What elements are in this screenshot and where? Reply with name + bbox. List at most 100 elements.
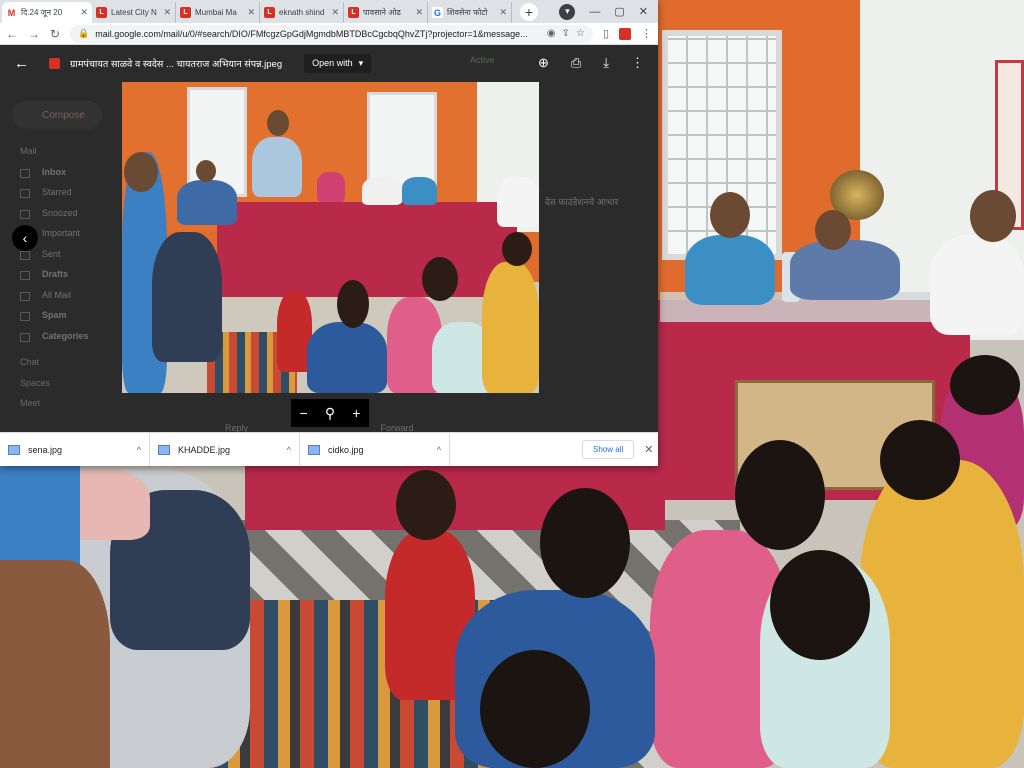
nav-item-spam: Spam (20, 305, 89, 326)
nav-item-categories: Categories (20, 326, 89, 347)
maximize-icon[interactable]: ▢ (614, 5, 624, 18)
download-icon[interactable]: ⤓ (603, 55, 609, 71)
google-search-icon: G (432, 7, 443, 18)
visibility-icon[interactable]: ◉ (547, 28, 556, 39)
chevron-up-icon[interactable]: ^ (437, 445, 441, 455)
address-bar[interactable]: 🔒 mail.google.com/mail/u/0/#search/DIO/F… (70, 24, 593, 43)
zoom-out-icon[interactable]: − (300, 405, 308, 421)
extension-icon[interactable] (619, 27, 631, 40)
tab-title: शिवसेना फोटो (447, 8, 488, 17)
back-arrow-icon[interactable]: ← (6, 27, 18, 41)
photo-person-head (815, 210, 851, 250)
tab-gmail[interactable]: M दि.24 जून 20 ✕ (2, 2, 92, 23)
news-icon: L (96, 7, 107, 18)
nav-item-all-mail: All Mail (20, 285, 89, 306)
chevron-up-icon[interactable]: ^ (287, 445, 291, 455)
close-icon[interactable]: ✕ (163, 7, 171, 18)
close-icon[interactable]: ✕ (331, 7, 339, 18)
gmail-icon: M (6, 7, 17, 18)
back-arrow-icon[interactable]: ← (14, 55, 29, 72)
zoom-in-icon[interactable]: + (352, 405, 360, 421)
image-file-icon (8, 444, 20, 455)
tab-news[interactable]: L eknath shind ✕ (260, 2, 344, 23)
photo-person-head (540, 488, 630, 598)
photo-person (362, 177, 402, 205)
image-file-icon (49, 57, 60, 69)
compose-button: Compose (12, 101, 102, 129)
photo-person (930, 235, 1024, 335)
file-title: ग्रामपंचायत साळवे व स्वदेस ... चायतराज अ… (70, 58, 283, 70)
download-item[interactable]: cidko.jpg ^ (300, 432, 450, 466)
photo-person-head (880, 420, 960, 500)
bookmark-star-icon[interactable]: ☆ (576, 28, 585, 39)
photo-table (217, 202, 517, 297)
download-filename: KHADDE.jpg (178, 444, 231, 455)
image-viewer: Compose Mail Inbox Starred Snoozed Impor… (0, 45, 658, 433)
previous-image-button[interactable]: ‹ (12, 225, 38, 251)
magnifier-icon[interactable]: ⚲ (325, 405, 335, 422)
close-icon[interactable]: ✕ (247, 7, 255, 18)
photo-person-head (480, 650, 590, 768)
close-icon[interactable]: ✕ (80, 7, 88, 18)
new-tab-button[interactable]: + (520, 3, 538, 21)
tab-news[interactable]: L पावसाने ओढ ✕ (344, 2, 428, 23)
photo-person-head (124, 152, 158, 192)
tab-news[interactable]: L Mumbai Ma ✕ (176, 2, 260, 23)
photo-person (317, 172, 345, 202)
nav-header: Chat (20, 357, 40, 367)
close-icon[interactable]: ✕ (644, 443, 653, 456)
share-icon[interactable]: ⇪ (562, 28, 570, 39)
download-item[interactable]: sena.jpg ^ (0, 432, 150, 466)
close-icon[interactable]: ✕ (499, 7, 507, 18)
photo-person (307, 322, 387, 393)
photo-person-head (267, 110, 289, 136)
photo-person-head (396, 470, 456, 540)
add-to-drive-icon[interactable]: ⊕ (538, 55, 549, 71)
photo-person (402, 177, 437, 205)
photo-person-head (196, 160, 216, 182)
viewer-header: ← ग्रामपंचायत साळवे व स्वदेस ... चायतराज… (0, 45, 658, 81)
news-icon: L (348, 7, 359, 18)
url-text[interactable]: mail.google.com/mail/u/0/#search/DIO/FMf… (95, 29, 541, 39)
download-filename: sena.jpg (28, 444, 63, 455)
forward-arrow-icon[interactable]: → (28, 27, 40, 41)
sidebar-icon[interactable]: ▯ (603, 27, 609, 40)
show-all-button[interactable]: Show all (582, 440, 635, 459)
news-icon: L (180, 7, 191, 18)
photo-person-head (735, 440, 825, 550)
nav-header: Mail (20, 146, 37, 156)
tab-strip: M दि.24 जून 20 ✕ L Latest City N ✕ L Mum… (0, 0, 658, 23)
chevron-up-icon[interactable]: ^ (137, 445, 141, 455)
tab-search-icon[interactable]: ▾ (559, 3, 576, 20)
browser-window: M दि.24 जून 20 ✕ L Latest City N ✕ L Mum… (0, 0, 658, 466)
photo-person (177, 180, 237, 225)
close-window-icon[interactable]: ✕ (639, 5, 648, 18)
menu-kebab-icon[interactable]: ⋮ (641, 27, 652, 40)
print-icon[interactable]: ⎙ (571, 55, 581, 71)
viewer-actions: ⊕ ⎙ ⤓ ⋮ (538, 55, 644, 71)
more-options-icon[interactable]: ⋮ (631, 55, 644, 71)
download-filename: cidko.jpg (328, 444, 364, 455)
news-icon: L (264, 7, 275, 18)
image-file-icon (308, 444, 320, 455)
photo-person (0, 560, 110, 768)
minimize-icon[interactable]: — (589, 6, 600, 18)
tab-title: पावसाने ओढ (363, 8, 401, 17)
tab-news[interactable]: L Latest City N ✕ (92, 2, 176, 23)
browser-toolbar: ← → ↻ 🔒 mail.google.com/mail/u/0/#search… (0, 23, 658, 45)
photo-person-head (710, 192, 750, 238)
tab-title: Latest City N (111, 8, 157, 17)
tab-google-search[interactable]: G शिवसेना फोटो ✕ (428, 2, 512, 23)
photo-person-head (502, 232, 532, 266)
close-icon[interactable]: ✕ (415, 7, 423, 18)
open-with-button[interactable]: Open with ▾ (304, 53, 372, 73)
preview-image[interactable] (122, 82, 539, 393)
nav-item-inbox: Inbox (20, 162, 89, 183)
photo-person (482, 262, 539, 393)
email-snippet: देस फाउंडेशनचे आभार (545, 197, 619, 207)
nav-header: Spaces (20, 377, 51, 388)
download-item[interactable]: KHADDE.jpg ^ (150, 432, 300, 466)
lock-icon[interactable]: 🔒 (78, 28, 89, 39)
reload-icon[interactable]: ↻ (50, 27, 60, 41)
downloads-bar: sena.jpg ^ KHADDE.jpg ^ cidko.jpg ^ Show… (0, 432, 658, 466)
